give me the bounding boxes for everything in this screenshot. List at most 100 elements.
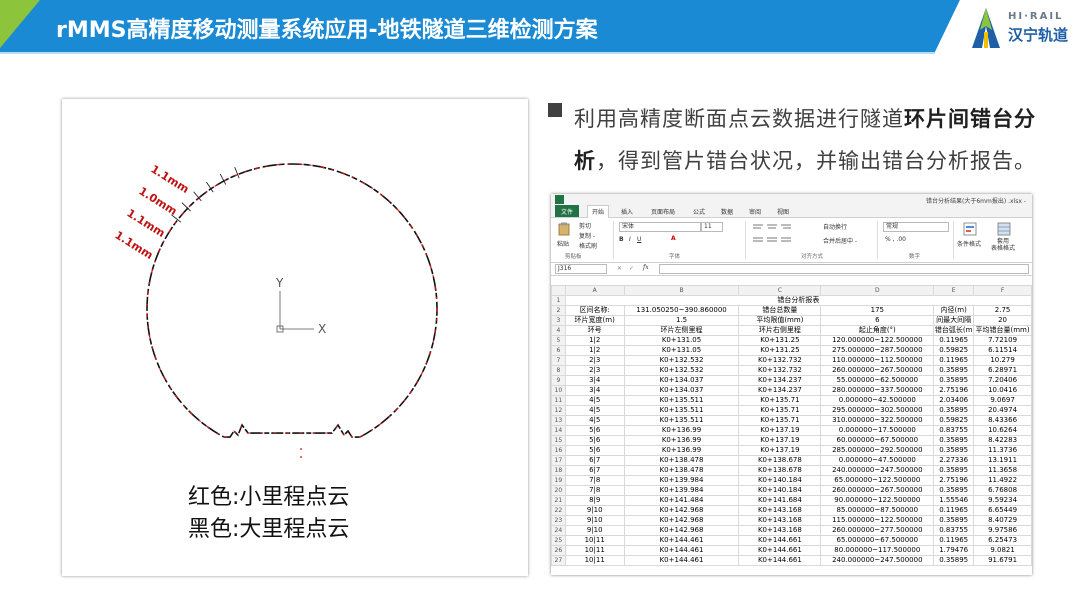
cell[interactable]: 区间名称: bbox=[564, 305, 625, 316]
cell[interactable]: 2.75196 bbox=[933, 475, 975, 486]
report-title-cell[interactable]: 错台分析报表 bbox=[564, 295, 1032, 306]
conditional-format-button[interactable]: 条件格式 bbox=[957, 239, 981, 248]
column-header[interactable]: B bbox=[623, 285, 740, 296]
header-cell[interactable]: 环号 bbox=[564, 325, 625, 336]
cell[interactable]: 295.000000~302.500000 bbox=[820, 405, 935, 416]
cell[interactable]: 0.000000~47.500000 bbox=[820, 455, 935, 466]
cell[interactable]: K0+141.684 bbox=[738, 495, 822, 506]
cell[interactable]: 5|6 bbox=[564, 445, 625, 456]
cell[interactable]: K0+138.678 bbox=[738, 455, 822, 466]
cell[interactable]: 13.1911 bbox=[973, 455, 1032, 466]
tab-formulas[interactable]: 公式 bbox=[693, 207, 705, 216]
cell[interactable]: 0.83755 bbox=[933, 525, 975, 536]
cell[interactable]: K0+143.168 bbox=[738, 505, 822, 516]
cell[interactable]: 60.000000~67.500000 bbox=[820, 435, 935, 446]
cell[interactable]: K0+135.511 bbox=[623, 415, 740, 426]
cell[interactable]: K0+142.968 bbox=[623, 505, 740, 516]
cell[interactable]: 0.35895 bbox=[933, 405, 975, 416]
column-header[interactable]: F bbox=[973, 285, 1032, 296]
cell[interactable]: 5|6 bbox=[564, 425, 625, 436]
cell[interactable]: 0.35895 bbox=[933, 435, 975, 446]
tab-page-layout[interactable]: 页面布局 bbox=[651, 207, 675, 216]
cell[interactable]: K0+135.71 bbox=[738, 405, 822, 416]
cell[interactable]: K0+131.25 bbox=[738, 345, 822, 356]
cell[interactable]: 120.000000~122.500000 bbox=[820, 335, 935, 346]
cell[interactable]: 0.11965 bbox=[933, 505, 975, 516]
cell[interactable]: 4|5 bbox=[564, 395, 625, 406]
cell[interactable]: 间最大间隔 bbox=[933, 315, 975, 326]
cell[interactable]: 4|5 bbox=[564, 405, 625, 416]
cell[interactable]: 错台总数量 bbox=[738, 305, 822, 316]
cell[interactable]: 11.3658 bbox=[973, 465, 1032, 476]
cell[interactable]: 6.25473 bbox=[973, 535, 1032, 546]
cell[interactable]: 9|10 bbox=[564, 505, 625, 516]
cell[interactable]: 2|3 bbox=[564, 355, 625, 366]
cell[interactable]: 10.279 bbox=[973, 355, 1032, 366]
header-cell[interactable]: 环片右侧里程 bbox=[738, 325, 822, 336]
cell[interactable]: K0+143.168 bbox=[738, 525, 822, 536]
cell[interactable]: 115.000000~122.500000 bbox=[820, 515, 935, 526]
cell[interactable]: K0+135.71 bbox=[738, 395, 822, 406]
cell[interactable]: 10.0416 bbox=[973, 385, 1032, 396]
cell[interactable]: 91.6791 bbox=[973, 555, 1032, 566]
cell[interactable]: 6|7 bbox=[564, 455, 625, 466]
cell[interactable]: 6.76808 bbox=[973, 485, 1032, 496]
cell[interactable]: K0+143.168 bbox=[738, 515, 822, 526]
cell[interactable]: 1|2 bbox=[564, 345, 625, 356]
cell[interactable]: 4|5 bbox=[564, 415, 625, 426]
cell[interactable]: 2|3 bbox=[564, 365, 625, 376]
cell[interactable]: 0.59825 bbox=[933, 415, 975, 426]
cell[interactable]: 11.4922 bbox=[973, 475, 1032, 486]
cell[interactable]: 85.000000~87.500000 bbox=[820, 505, 935, 516]
cell[interactable]: K0+135.71 bbox=[738, 415, 822, 426]
cell[interactable]: 7.20406 bbox=[973, 375, 1032, 386]
cell[interactable]: K0+144.461 bbox=[623, 535, 740, 546]
cell[interactable]: 10|11 bbox=[564, 555, 625, 566]
formula-input[interactable] bbox=[659, 264, 1029, 274]
tab-data[interactable]: 数据 bbox=[721, 207, 733, 216]
cell[interactable]: 内径(m) bbox=[933, 305, 975, 316]
cell[interactable]: K0+131.25 bbox=[738, 335, 822, 346]
cell[interactable]: K0+134.037 bbox=[623, 375, 740, 386]
cell[interactable]: 9.0821 bbox=[973, 545, 1032, 556]
cell[interactable]: 0.000000~17.500000 bbox=[820, 425, 935, 436]
cell[interactable]: K0+139.984 bbox=[623, 485, 740, 496]
cell[interactable]: 110.000000~112.500000 bbox=[820, 355, 935, 366]
cell[interactable]: K0+135.511 bbox=[623, 405, 740, 416]
cell[interactable]: 260.000000~267.500000 bbox=[820, 365, 935, 376]
cell[interactable]: 10.6264 bbox=[973, 425, 1032, 436]
cell[interactable]: 6|7 bbox=[564, 465, 625, 476]
cell[interactable]: 0.83755 bbox=[933, 425, 975, 436]
cell[interactable]: 260.000000~267.500000 bbox=[820, 485, 935, 496]
table-format-button[interactable]: 套用 表格格式 bbox=[991, 238, 1015, 252]
cell[interactable]: 0.000000~42.500000 bbox=[820, 395, 935, 406]
tab-insert[interactable]: 插入 bbox=[621, 207, 633, 216]
column-header[interactable]: A bbox=[564, 285, 625, 296]
cell[interactable]: K0+132.532 bbox=[623, 355, 740, 366]
column-header[interactable]: E bbox=[933, 285, 975, 296]
cell[interactable]: 1.55546 bbox=[933, 495, 975, 506]
cell[interactable]: 9|10 bbox=[564, 515, 625, 526]
cell[interactable]: 65.000000~122.500000 bbox=[820, 475, 935, 486]
cell[interactable]: K0+132.732 bbox=[738, 355, 822, 366]
cell[interactable]: 2.03406 bbox=[933, 395, 975, 406]
cell[interactable]: 1.79476 bbox=[933, 545, 975, 556]
merge-center-button[interactable]: 合并后居中 - bbox=[823, 236, 857, 245]
cell[interactable]: 0.35895 bbox=[933, 365, 975, 376]
enter-icon[interactable]: ✓ bbox=[629, 265, 634, 272]
cell[interactable]: 7|8 bbox=[564, 475, 625, 486]
percent-format-button[interactable]: % , .00 bbox=[885, 236, 906, 243]
cell[interactable]: 0.35895 bbox=[933, 515, 975, 526]
cell[interactable]: 10|11 bbox=[564, 535, 625, 546]
cell[interactable]: 240.000000~247.500000 bbox=[820, 465, 935, 476]
conditional-format-icon[interactable] bbox=[963, 222, 977, 236]
cell[interactable]: 3|4 bbox=[564, 375, 625, 386]
tab-file[interactable]: 文件 bbox=[555, 205, 580, 217]
wrap-text-button[interactable]: 自动换行 bbox=[823, 222, 847, 231]
tab-home[interactable]: 开始 bbox=[587, 205, 610, 218]
cell[interactable]: 6.65449 bbox=[973, 505, 1032, 516]
copy-button[interactable]: 复制 - bbox=[579, 231, 595, 240]
cut-button[interactable]: 剪切 bbox=[579, 221, 591, 230]
cell[interactable]: 9|10 bbox=[564, 525, 625, 536]
cell[interactable]: K0+136.99 bbox=[623, 425, 740, 436]
